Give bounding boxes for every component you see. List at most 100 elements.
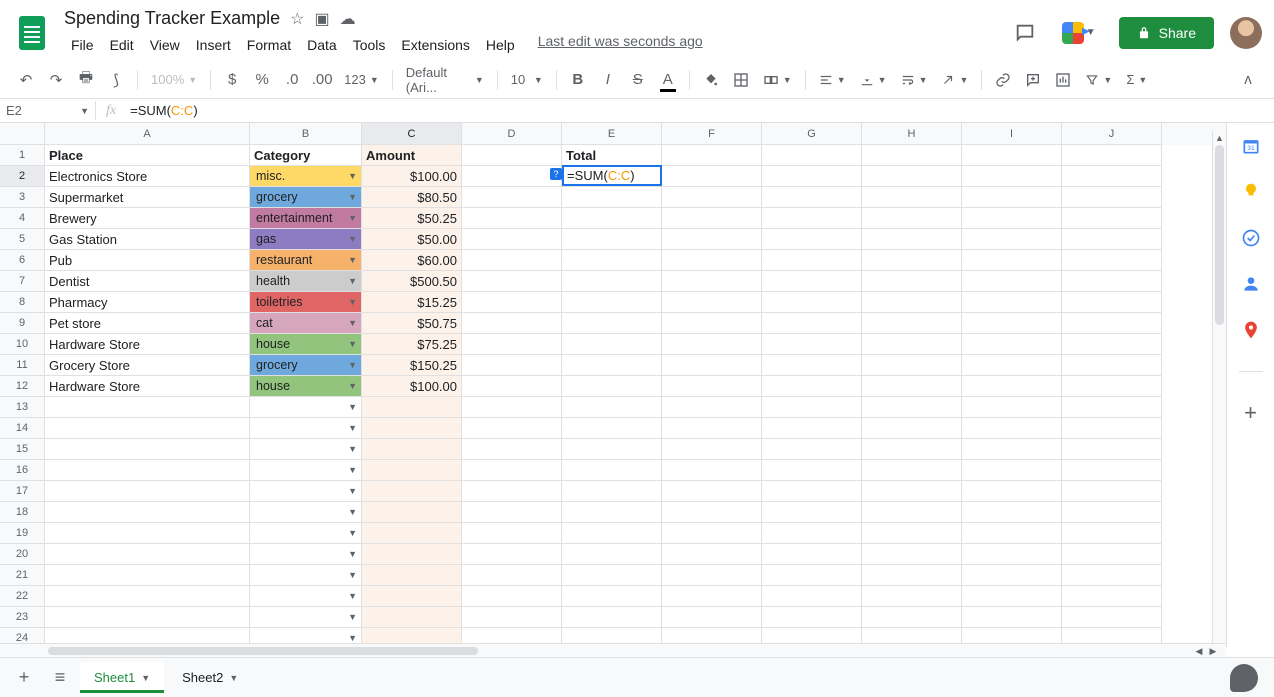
- cell[interactable]: [862, 460, 962, 481]
- row-header-18[interactable]: 18: [0, 502, 45, 523]
- cell[interactable]: Pharmacy: [45, 292, 250, 313]
- row-header-15[interactable]: 15: [0, 439, 45, 460]
- row-header-6[interactable]: 6: [0, 250, 45, 271]
- cell[interactable]: $50.25: [362, 208, 462, 229]
- wrap-button[interactable]: ▼: [895, 69, 934, 91]
- chevron-down-icon[interactable]: ▼: [348, 294, 357, 311]
- cell[interactable]: [45, 607, 250, 628]
- cell[interactable]: [1062, 586, 1162, 607]
- last-edit-link[interactable]: Last edit was seconds ago: [538, 33, 703, 57]
- print-button[interactable]: 🖶: [72, 66, 100, 94]
- name-box[interactable]: E2 ▼: [0, 101, 96, 120]
- cell[interactable]: [1062, 166, 1162, 187]
- cell[interactable]: [662, 586, 762, 607]
- menu-data[interactable]: Data: [300, 33, 344, 57]
- cell[interactable]: [45, 481, 250, 502]
- scroll-right-icon[interactable]: ▶: [1206, 644, 1220, 657]
- cell[interactable]: [462, 271, 562, 292]
- cell[interactable]: [662, 397, 762, 418]
- cell[interactable]: [962, 166, 1062, 187]
- cell[interactable]: [562, 502, 662, 523]
- cell[interactable]: [662, 145, 762, 166]
- cell[interactable]: [662, 439, 762, 460]
- cell[interactable]: [762, 334, 862, 355]
- cell[interactable]: [1062, 355, 1162, 376]
- cell[interactable]: [562, 292, 662, 313]
- cell[interactable]: [862, 586, 962, 607]
- cell[interactable]: Hardware Store: [45, 376, 250, 397]
- cell[interactable]: [462, 460, 562, 481]
- cell[interactable]: [562, 607, 662, 628]
- cell[interactable]: [462, 397, 562, 418]
- menu-help[interactable]: Help: [479, 33, 522, 57]
- cell[interactable]: ▼: [250, 439, 362, 460]
- sheet-tab-1[interactable]: Sheet1▼: [80, 662, 164, 693]
- cell[interactable]: [562, 439, 662, 460]
- chart-button[interactable]: [1049, 66, 1077, 94]
- cell[interactable]: [1062, 439, 1162, 460]
- fill-color-button[interactable]: [697, 66, 725, 94]
- cell[interactable]: house▼: [250, 376, 362, 397]
- chevron-down-icon[interactable]: ▼: [141, 673, 150, 683]
- col-header-E[interactable]: E: [562, 123, 662, 145]
- col-header-B[interactable]: B: [250, 123, 362, 145]
- cell[interactable]: [962, 418, 1062, 439]
- col-header-G[interactable]: G: [762, 123, 862, 145]
- cell[interactable]: [862, 607, 962, 628]
- row-header-5[interactable]: 5: [0, 229, 45, 250]
- decrease-decimal-button[interactable]: .0: [278, 66, 306, 94]
- cell[interactable]: [962, 208, 1062, 229]
- cell[interactable]: [662, 565, 762, 586]
- cell[interactable]: [562, 544, 662, 565]
- cell[interactable]: [462, 481, 562, 502]
- chevron-down-icon[interactable]: ▼: [348, 567, 357, 584]
- cell[interactable]: [45, 586, 250, 607]
- font-select[interactable]: Default (Ari...▼: [400, 61, 490, 99]
- row-header-21[interactable]: 21: [0, 565, 45, 586]
- meet-button[interactable]: ▼: [1055, 19, 1103, 47]
- cell[interactable]: [862, 544, 962, 565]
- cell[interactable]: [662, 166, 762, 187]
- cell[interactable]: [462, 334, 562, 355]
- share-button[interactable]: Share: [1119, 17, 1214, 49]
- cell[interactable]: [762, 187, 862, 208]
- cell[interactable]: [962, 355, 1062, 376]
- cell[interactable]: [362, 481, 462, 502]
- cell[interactable]: ▼: [250, 481, 362, 502]
- cell[interactable]: [762, 166, 862, 187]
- menu-file[interactable]: File: [64, 33, 101, 57]
- cell[interactable]: [362, 502, 462, 523]
- cell[interactable]: [45, 397, 250, 418]
- cell[interactable]: [662, 208, 762, 229]
- cell[interactable]: ▼: [250, 502, 362, 523]
- row-header-4[interactable]: 4: [0, 208, 45, 229]
- chevron-down-icon[interactable]: ▼: [348, 462, 357, 479]
- font-size-select[interactable]: 10▼: [505, 68, 549, 91]
- col-header-C[interactable]: C: [362, 123, 462, 145]
- chevron-down-icon[interactable]: ▼: [348, 168, 357, 185]
- cell[interactable]: [862, 355, 962, 376]
- scroll-thumb[interactable]: [1215, 145, 1224, 325]
- cell[interactable]: $50.00: [362, 229, 462, 250]
- cell[interactable]: [45, 502, 250, 523]
- cell[interactable]: [1062, 208, 1162, 229]
- chevron-down-icon[interactable]: ▼: [348, 210, 357, 227]
- cell[interactable]: [462, 187, 562, 208]
- chevron-down-icon[interactable]: ▼: [348, 357, 357, 374]
- cells-region[interactable]: PlaceCategoryAmountTotalElectronics Stor…: [45, 145, 1226, 647]
- redo-button[interactable]: ↷: [42, 66, 70, 94]
- chevron-down-icon[interactable]: ▼: [348, 609, 357, 626]
- cell[interactable]: [1062, 376, 1162, 397]
- contacts-icon[interactable]: [1240, 273, 1262, 295]
- cell[interactable]: Supermarket: [45, 187, 250, 208]
- cell[interactable]: ▼: [250, 607, 362, 628]
- cell[interactable]: [462, 166, 562, 187]
- cell[interactable]: $150.25: [362, 355, 462, 376]
- cell[interactable]: [862, 271, 962, 292]
- cell[interactable]: [1062, 271, 1162, 292]
- cell[interactable]: [362, 439, 462, 460]
- more-formats-select[interactable]: 123▼: [338, 68, 385, 91]
- cell[interactable]: misc.▼: [250, 166, 362, 187]
- cell[interactable]: [862, 145, 962, 166]
- cell[interactable]: ▼: [250, 565, 362, 586]
